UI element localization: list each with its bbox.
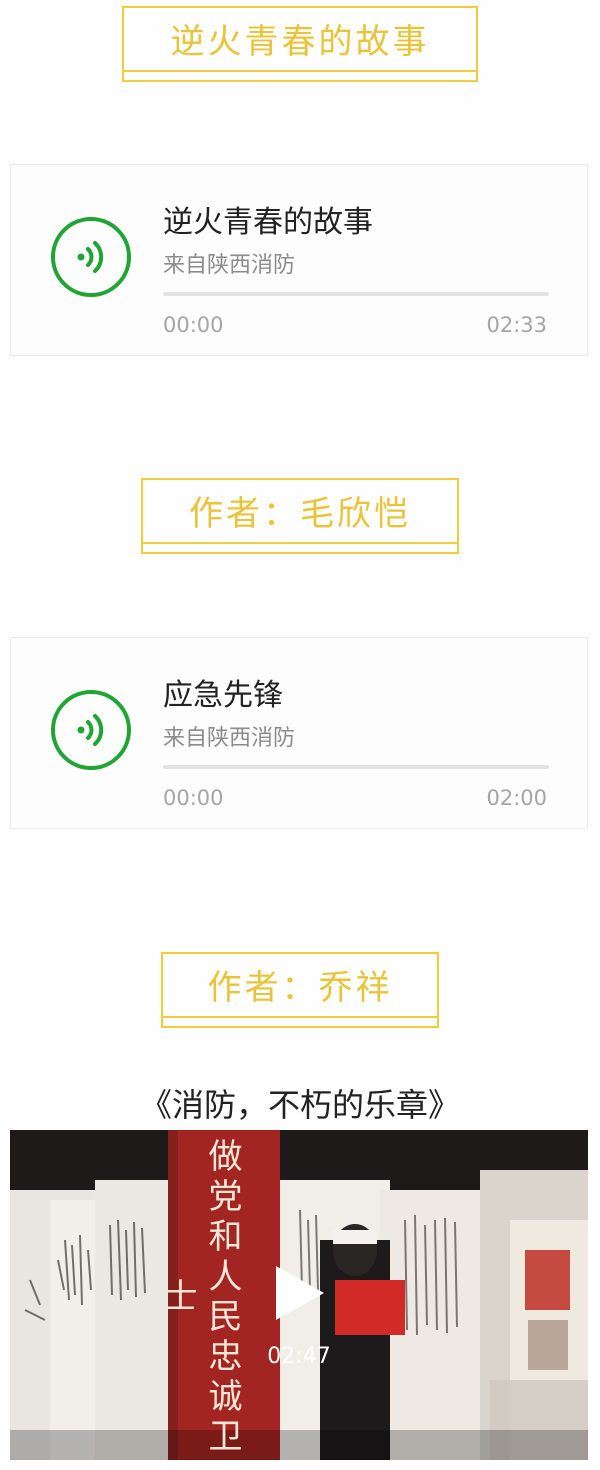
audio-progress-bar[interactable] [163, 292, 549, 296]
audio-title: 逆火青春的故事 [163, 205, 373, 240]
video-player[interactable]: 做党和人民忠诚卫士 02:47 [10, 1130, 588, 1460]
section-banner-author-2: 作者：乔祥 [161, 952, 439, 1028]
section-banner-author-1: 作者：毛欣恺 [141, 478, 459, 554]
audio-duration: 02:33 [486, 313, 547, 337]
audio-wave-icon[interactable] [51, 217, 131, 297]
banner-title: 作者：乔祥 [207, 967, 393, 1008]
banner-title: 逆火青春的故事 [170, 21, 430, 62]
audio-current-time: 00:00 [163, 786, 224, 810]
section-banner-story: 逆火青春的故事 [122, 6, 478, 82]
audio-source: 来自陕西消防 [163, 253, 296, 278]
audio-wave-icon[interactable] [51, 690, 131, 770]
audio-progress-bar[interactable] [163, 765, 549, 769]
audio-duration: 02:00 [486, 786, 547, 810]
audio-player-card[interactable]: 逆火青春的故事 来自陕西消防 00:00 02:33 [10, 164, 588, 356]
video-title: 《消防，不朽的乐章》 [139, 1086, 460, 1124]
audio-source: 来自陕西消防 [163, 726, 296, 751]
audio-title: 应急先锋 [163, 678, 283, 713]
audio-current-time: 00:00 [163, 313, 224, 337]
play-icon[interactable] [272, 1262, 328, 1328]
video-duration: 02:47 [267, 1344, 331, 1369]
audio-player-card[interactable]: 应急先锋 来自陕西消防 00:00 02:00 [10, 637, 588, 829]
video-banner-text: 做党和人民忠诚卫士 [157, 1138, 242, 1458]
banner-title: 作者：毛欣恺 [189, 493, 411, 534]
